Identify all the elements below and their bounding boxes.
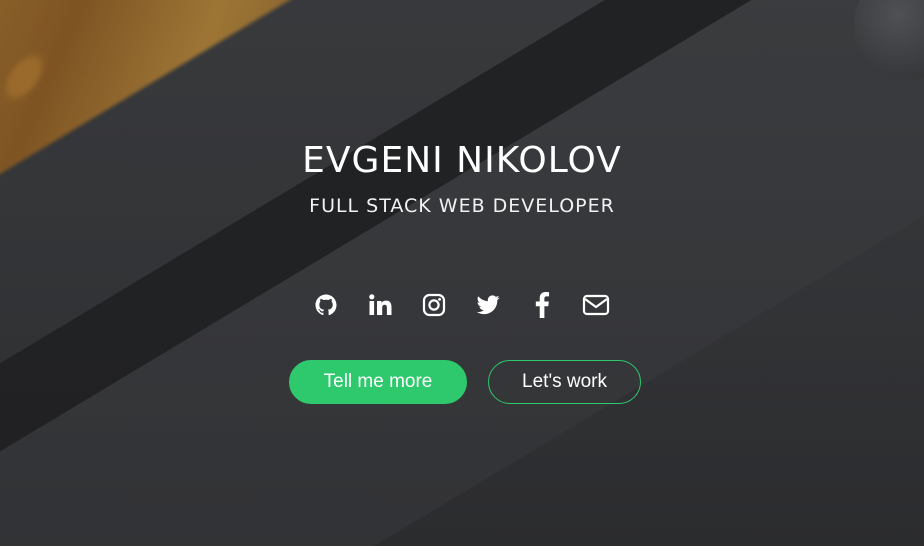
twitter-icon	[476, 295, 500, 315]
hero-section: EVGENI NIKOLOV FULL STACK WEB DEVELOPER	[0, 0, 924, 546]
instagram-link[interactable]	[418, 289, 450, 321]
github-link[interactable]	[310, 289, 342, 321]
facebook-icon	[535, 292, 550, 318]
email-link[interactable]	[580, 289, 612, 321]
hero-role: FULL STACK WEB DEVELOPER	[309, 195, 615, 217]
lets-work-button[interactable]: Let's work	[488, 360, 641, 404]
hero-name: EVGENI NIKOLOV	[302, 140, 622, 181]
social-links	[310, 289, 612, 321]
instagram-icon	[422, 293, 446, 317]
facebook-link[interactable]	[526, 289, 558, 321]
email-icon	[582, 294, 610, 316]
linkedin-icon	[369, 294, 392, 315]
hero-content: EVGENI NIKOLOV FULL STACK WEB DEVELOPER	[0, 0, 924, 546]
github-icon	[315, 294, 337, 316]
tell-me-more-button[interactable]: Tell me more	[289, 360, 467, 404]
linkedin-link[interactable]	[364, 289, 396, 321]
twitter-link[interactable]	[472, 289, 504, 321]
